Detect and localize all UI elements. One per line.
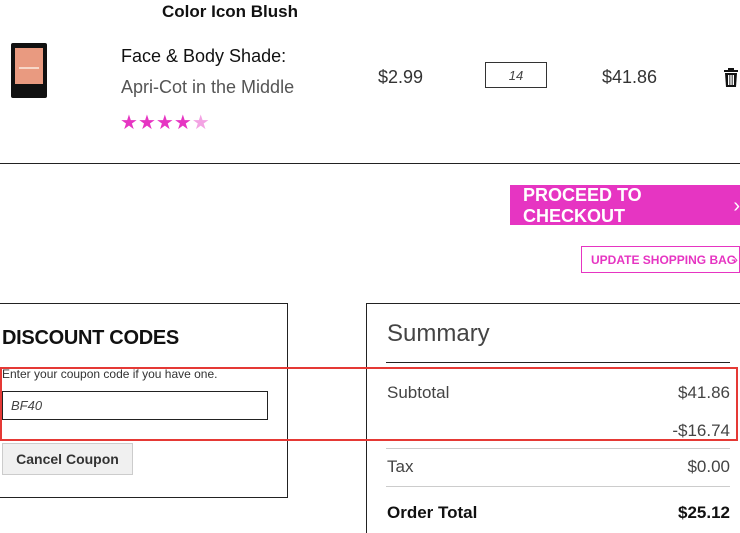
divider (0, 163, 740, 164)
discount-value: -$16.74 (672, 421, 730, 440)
order-total-label: Order Total (387, 503, 478, 522)
star-icon: ★ (173, 112, 192, 134)
product-thumbnail[interactable] (11, 43, 47, 98)
shade-value: Apri-Cot in the Middle (121, 77, 295, 97)
order-total-value: $25.12 (678, 503, 730, 522)
swatch-logo (19, 67, 39, 69)
proceed-to-checkout-button[interactable]: PROCEED TO CHECKOUT › (510, 185, 740, 226)
discount-title: DISCOUNT CODES (2, 327, 179, 349)
chevron-right-icon: › (733, 195, 740, 217)
product-name: Color Icon Blush (162, 2, 298, 21)
half-star-icon: ★ (191, 112, 210, 134)
summary-divider (386, 486, 730, 487)
cancel-coupon-button[interactable]: Cancel Coupon (2, 443, 133, 475)
summary-title: Summary (387, 320, 490, 347)
trash-icon[interactable] (722, 68, 740, 88)
checkout-label: PROCEED TO CHECKOUT (523, 185, 642, 226)
tax-label: Tax (387, 457, 414, 476)
subtotal-value: $41.86 (678, 383, 730, 402)
tax-value: $0.00 (687, 457, 730, 476)
summary-divider (386, 448, 730, 449)
update-label: UPDATE SHOPPING BAG (591, 252, 737, 267)
star-icon: ★ (120, 112, 138, 134)
star-icon: ★ (137, 112, 156, 134)
coupon-code-input[interactable] (2, 391, 268, 420)
unit-price: $2.99 (378, 67, 424, 87)
summary-divider (386, 362, 730, 363)
quantity-input[interactable] (485, 62, 547, 88)
star-icon: ★ (155, 112, 174, 134)
rating-stars: ★★★★★ (120, 110, 210, 135)
update-shopping-bag-button[interactable]: UPDATE SHOPPING BAG › (581, 246, 740, 273)
chevron-right-icon: › (733, 251, 738, 267)
shade-label: Face & Body Shade: (121, 46, 287, 66)
coupon-hint: Enter your coupon code if you have one. (2, 367, 218, 381)
subtotal-label: Subtotal (387, 383, 450, 402)
line-total: $41.86 (602, 67, 658, 87)
blush-swatch (15, 48, 43, 84)
